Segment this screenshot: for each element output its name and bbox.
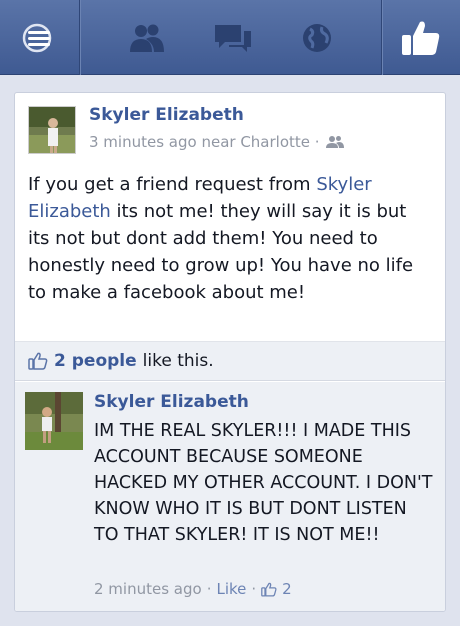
like-button[interactable] — [382, 0, 460, 75]
post-author-avatar[interactable] — [28, 106, 76, 154]
menu-button[interactable] — [0, 0, 78, 75]
audience-friends-icon[interactable] — [325, 135, 344, 149]
comment-author-avatar[interactable] — [25, 392, 83, 450]
comment-likes-icon — [261, 582, 277, 597]
comment-likes-count[interactable]: 2 — [282, 580, 292, 598]
post-meta: 3 minutes ago near Charlotte · — [89, 133, 344, 151]
comment-text: IM THE REAL SKYLER!!! I MADE THIS ACCOUN… — [94, 421, 433, 545]
meta-separator: · — [251, 580, 257, 598]
likes-count[interactable]: 2 people — [54, 351, 137, 371]
nav-icon-group — [80, 0, 380, 75]
like-icon — [402, 21, 440, 55]
likes-suffix: like this. — [142, 351, 214, 371]
post: Skyler Elizabeth 3 minutes ago near Char… — [15, 93, 445, 341]
messages-icon[interactable] — [213, 22, 253, 54]
likes-summary[interactable]: 2 people like this. — [15, 341, 445, 381]
comment-like-link[interactable]: Like — [216, 580, 246, 598]
comment-author-name[interactable]: Skyler Elizabeth — [94, 392, 249, 412]
comment-timestamp: 2 minutes ago — [94, 580, 202, 598]
post-body: If you get a friend request from Skyler … — [28, 171, 432, 306]
top-nav-bar — [0, 0, 460, 75]
story-card: Skyler Elizabeth 3 minutes ago near Char… — [14, 92, 446, 612]
menu-icon — [22, 23, 52, 52]
post-author-name[interactable]: Skyler Elizabeth — [89, 105, 244, 125]
post-timestamp-location: 3 minutes ago near Charlotte · — [89, 133, 320, 151]
notifications-globe-icon[interactable] — [300, 21, 334, 55]
meta-separator: · — [206, 580, 212, 598]
post-text: If you get a friend request from — [28, 174, 317, 195]
comment: Skyler Elizabeth IM THE REAL SKYLER!!! I… — [15, 382, 445, 611]
thumbs-up-icon — [28, 352, 48, 370]
comment-meta: 2 minutes ago · Like · 2 — [94, 580, 292, 598]
friend-requests-icon[interactable] — [127, 22, 167, 54]
